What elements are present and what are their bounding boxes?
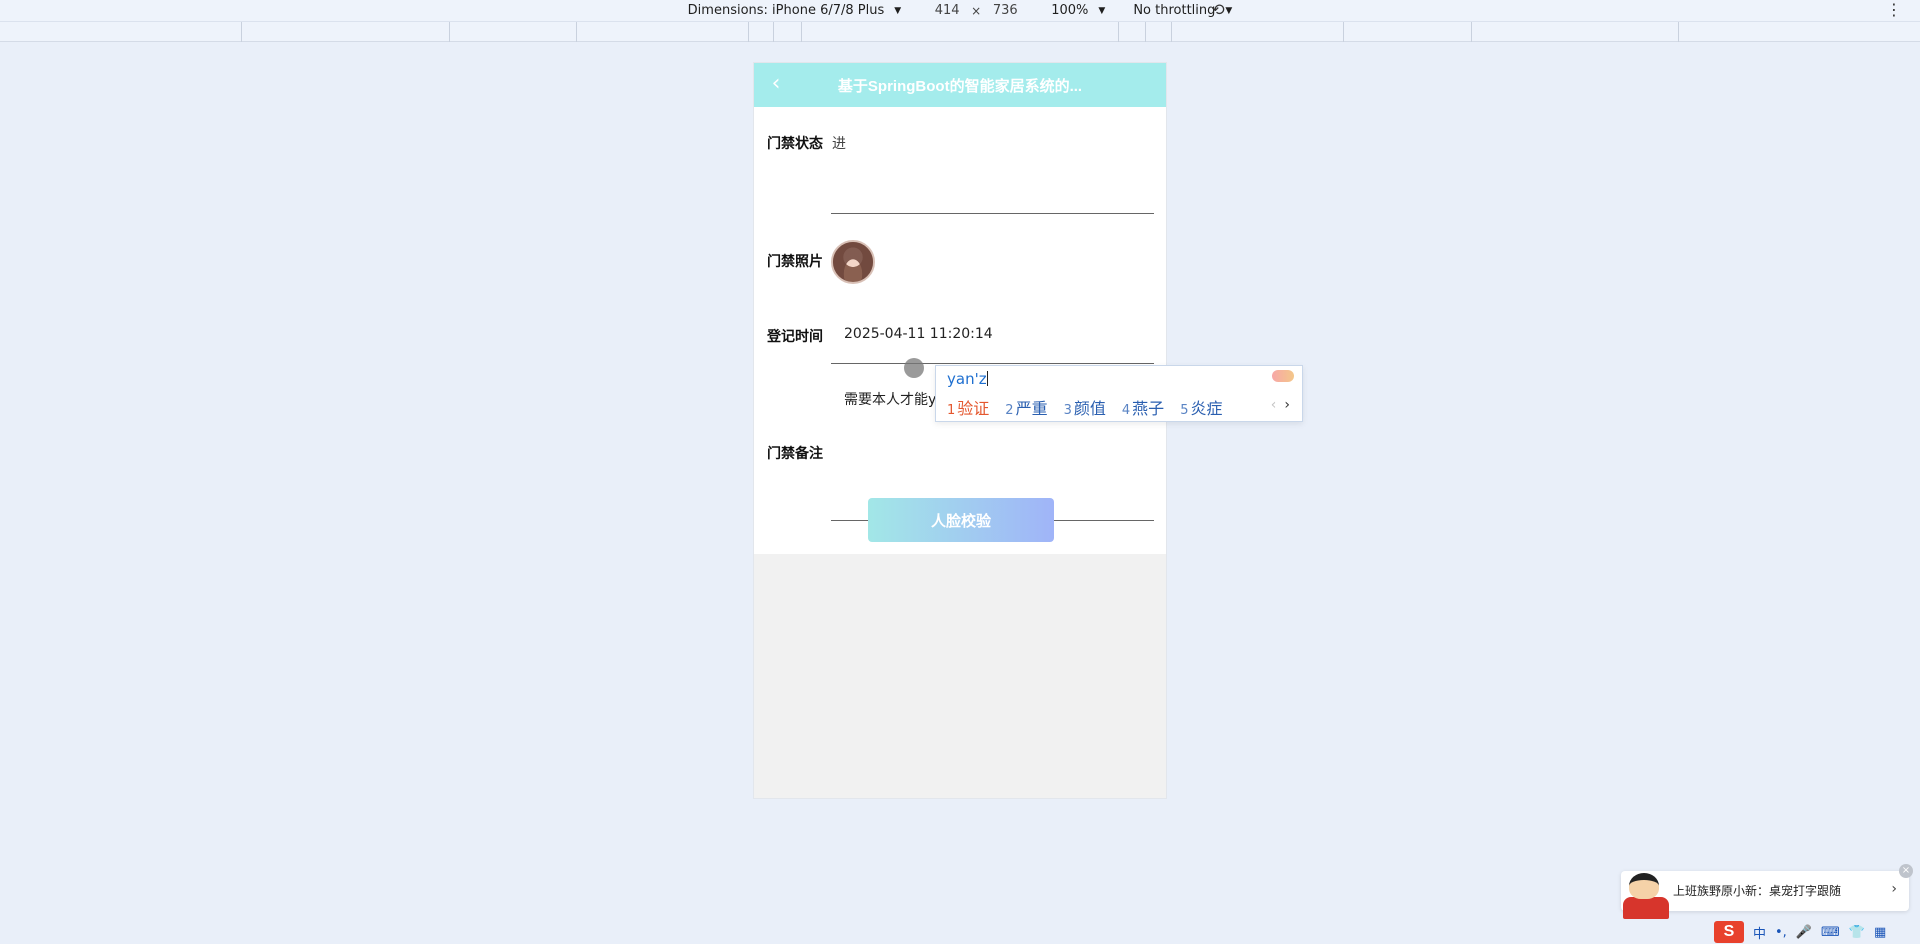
- ime-candidate[interactable]: 4 燕子: [1122, 395, 1164, 419]
- ime-toolbar: S 中 •, 🎤 ⌨ 👕 ▦: [1712, 920, 1920, 944]
- ime-candidate[interactable]: 5 炎症: [1180, 395, 1222, 419]
- toolbox-icon[interactable]: ▦: [1874, 925, 1886, 940]
- devtools-device-toolbar: Dimensions: iPhone 6/7/8 Plus ▼ 414 × 73…: [0, 0, 1920, 21]
- ruler-tick: [241, 22, 242, 42]
- nav-bar: ‹ 基于SpringBoot的智能家居系统的...: [754, 63, 1166, 107]
- more-icon[interactable]: ⋮: [1886, 0, 1902, 20]
- media-query-ruler[interactable]: [0, 21, 1920, 42]
- caret-down-icon: ▼: [1098, 5, 1106, 16]
- ime-candidate[interactable]: 1 验证: [947, 395, 989, 419]
- ime-prev-icon[interactable]: ‹: [1271, 397, 1277, 413]
- access-photo-avatar[interactable]: [831, 240, 875, 284]
- photo-label: 门禁照片: [767, 254, 823, 270]
- sogou-logo-icon[interactable]: S: [1714, 921, 1744, 943]
- time-input[interactable]: 2025-04-11 11:20:14: [844, 326, 993, 342]
- mascot-icon: [1619, 867, 1673, 919]
- ruler-tick: [801, 22, 802, 42]
- chevron-right-icon[interactable]: ›: [1891, 881, 1897, 897]
- microphone-icon[interactable]: 🎤: [1796, 925, 1812, 940]
- ruler-tick: [773, 22, 774, 42]
- dimensions-label: Dimensions: iPhone 6/7/8 Plus: [687, 3, 885, 18]
- ruler-tick: [449, 22, 450, 42]
- ime-composition: yan'z: [947, 370, 988, 388]
- ruler-tick: [748, 22, 749, 42]
- punctuation-icon[interactable]: •,: [1775, 925, 1787, 940]
- ruler-tick: [1118, 22, 1119, 42]
- ime-page-nav: ‹ ›: [1271, 397, 1290, 413]
- height-input[interactable]: 736: [987, 3, 1023, 18]
- close-icon[interactable]: ×: [1899, 864, 1913, 878]
- time-label: 登记时间: [767, 329, 823, 345]
- ime-candidates: 1 验证 2 严重 3 颜值 4 燕子 5 炎症: [947, 395, 1222, 419]
- ime-candidate[interactable]: 2 严重: [1005, 395, 1047, 419]
- caret-down-icon: ▼: [894, 5, 902, 16]
- ruler-tick: [1343, 22, 1344, 42]
- access-form: 门禁状态 进 门禁照片 登记时间 2025-04-11 11:20:14 需要本…: [754, 107, 1166, 554]
- zoom-select[interactable]: 100% ▼: [1051, 3, 1105, 18]
- skin-icon[interactable]: 👕: [1849, 925, 1865, 940]
- rotate-icon[interactable]: ⟲: [1208, 0, 1228, 20]
- lang-toggle[interactable]: 中: [1753, 923, 1766, 942]
- time-underline: [831, 363, 1154, 364]
- status-input[interactable]: 进: [832, 133, 846, 153]
- throttling-value: No throttling: [1133, 3, 1216, 18]
- remark-label: 门禁备注: [767, 446, 823, 462]
- ruler-tick: [1171, 22, 1172, 42]
- zoom-value: 100%: [1051, 3, 1089, 18]
- chevron-left-icon[interactable]: ‹: [764, 72, 788, 96]
- ruler-tick: [1471, 22, 1472, 42]
- ruler-tick: [1678, 22, 1679, 42]
- page-title: 基于SpringBoot的智能家居系统的...: [837, 77, 1083, 95]
- status-underline: [831, 213, 1154, 214]
- status-label: 门禁状态: [767, 136, 823, 152]
- face-verify-button[interactable]: 人脸校验: [868, 498, 1054, 542]
- device-viewport: ‹ 基于SpringBoot的智能家居系统的... 门禁状态 进 门禁照片 登记…: [753, 62, 1167, 799]
- ime-candidate[interactable]: 3 颜值: [1064, 395, 1106, 419]
- ruler-tick: [1145, 22, 1146, 42]
- ime-candidate-window: yan'z 1 验证 2 严重 3 颜值 4 燕子 5 炎症 ‹ ›: [935, 365, 1303, 422]
- dimension-separator: ×: [971, 3, 982, 18]
- ruler-tick: [576, 22, 577, 42]
- ime-skin-icon[interactable]: [1272, 370, 1294, 382]
- width-input[interactable]: 414: [929, 3, 965, 18]
- device-select[interactable]: Dimensions: iPhone 6/7/8 Plus ▼: [688, 3, 902, 18]
- desktop-pet-notification[interactable]: 上班族野原小新：桌宠打字跟随 ›: [1621, 871, 1909, 919]
- notification-text: 上班族野原小新：桌宠打字跟随: [1673, 884, 1842, 898]
- touch-cursor: [904, 358, 924, 378]
- photo-hair: [833, 242, 873, 282]
- keyboard-icon[interactable]: ⌨: [1821, 925, 1840, 940]
- ime-next-icon[interactable]: ›: [1284, 397, 1290, 413]
